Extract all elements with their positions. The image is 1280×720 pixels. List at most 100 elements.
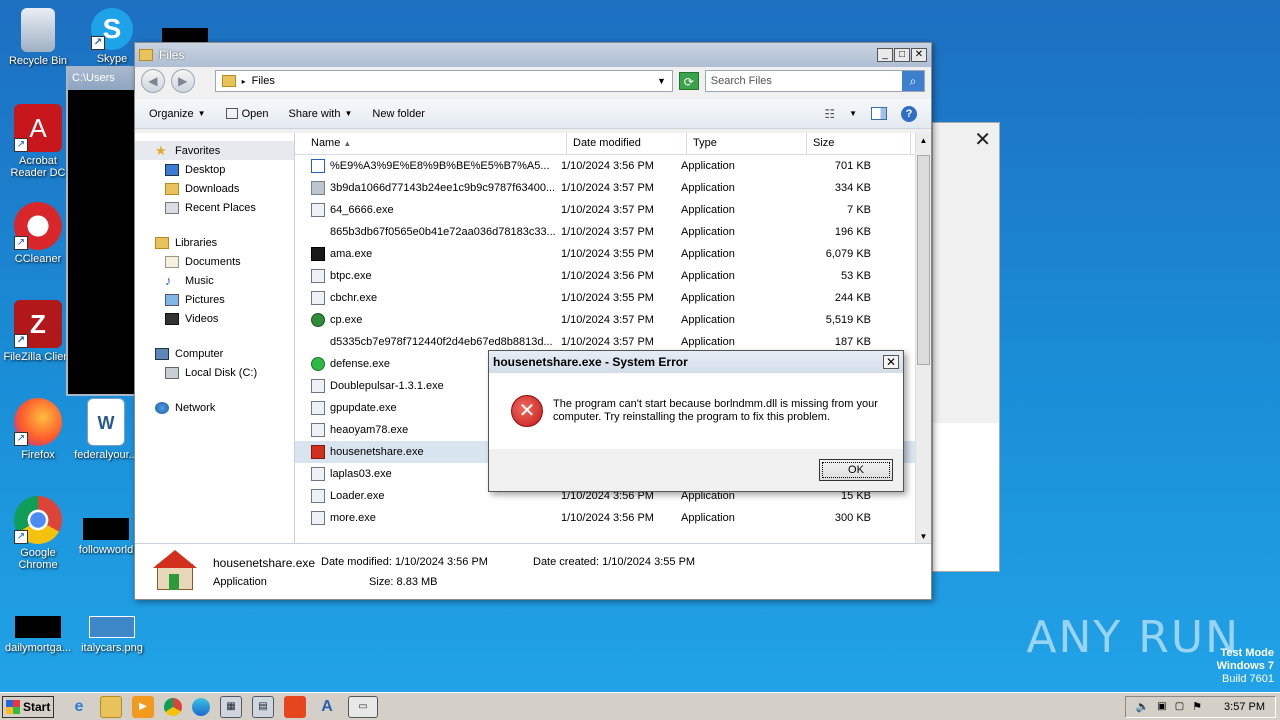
column-name[interactable]: Name ▲ (295, 133, 567, 154)
nav-pictures[interactable]: Pictures (135, 290, 294, 309)
close-icon[interactable]: ✕ (974, 127, 991, 152)
explorer-window[interactable]: Files _ □ ✕ ◀ ▶ ▸ Files ▼ ⟳ Search Files… (134, 42, 932, 600)
help-icon[interactable]: ? (901, 105, 917, 122)
application-icon (311, 335, 325, 349)
nav-computer[interactable]: Computer (135, 344, 294, 363)
image-thumbnail-icon (89, 616, 135, 638)
open-button[interactable]: Open (225, 108, 268, 120)
nav-documents[interactable]: Documents (135, 252, 294, 271)
ok-button[interactable]: OK (819, 459, 893, 481)
forward-button[interactable]: ▶ (170, 69, 195, 93)
column-type[interactable]: Type (687, 133, 807, 154)
desktop-icon-ccleaner[interactable]: ↗ CCleaner (0, 202, 76, 265)
table-row[interactable]: btpc.exe 1/10/2024 3:56 PM Application 53 K… (295, 265, 931, 287)
program-icon[interactable]: ▤ (252, 695, 274, 718)
explorer-taskbar-icon[interactable] (100, 695, 122, 718)
address-bar[interactable]: ▸ Files ▼ (214, 70, 673, 92)
active-window-taskbar-icon[interactable]: ▭ (348, 695, 378, 718)
display-icon[interactable]: ▢ (1175, 701, 1184, 712)
app-a-icon[interactable]: A (316, 696, 338, 718)
office-icon[interactable] (284, 695, 306, 718)
file-name-cell: d5335cb7e978f712440f2d4eb67ed8b8813d... (295, 335, 555, 349)
nav-network[interactable]: Network (135, 398, 294, 417)
chevron-right-icon[interactable]: ▸ (242, 77, 246, 86)
desktop-icon-filezilla[interactable]: Z ↗ FileZilla Client (0, 300, 76, 363)
file-type: Application (681, 226, 735, 238)
chrome-taskbar-icon[interactable] (164, 697, 182, 716)
column-date-modified[interactable]: Date modified (567, 133, 687, 154)
dialog-close-button[interactable]: ✕ (883, 355, 899, 369)
details-size: Size: 8.83 MB (323, 576, 533, 588)
column-size[interactable]: Size (807, 133, 911, 154)
maximize-button[interactable]: □ (894, 48, 910, 62)
table-row[interactable]: 865b3db67f0565e0b41e72aa036d78183c33... 1… (295, 221, 931, 243)
share-with-button[interactable]: Share with ▼ (288, 108, 352, 120)
background-window[interactable]: ✕ (932, 122, 1000, 572)
chevron-down-icon[interactable]: ▼ (657, 76, 666, 86)
nav-videos[interactable]: Videos (135, 309, 294, 328)
search-input[interactable]: Search Files ⌕ (704, 70, 925, 92)
minimize-button[interactable]: _ (877, 48, 893, 62)
speaker-icon[interactable]: 🔈 (1136, 700, 1150, 713)
calculator-icon[interactable]: ▦ (220, 695, 242, 718)
new-folder-button[interactable]: New folder (372, 108, 425, 120)
file-type: Application (681, 182, 735, 194)
error-icon: ✕ (511, 395, 543, 427)
vertical-scrollbar[interactable]: ▲ ▼ (915, 133, 931, 545)
table-row[interactable]: cbchr.exe 1/10/2024 3:55 PM Application 244… (295, 287, 931, 309)
desktop-icon-followworld[interactable]: followworld (68, 506, 144, 556)
desktop-icon-label: Recycle Bin (8, 55, 68, 67)
explorer-titlebar[interactable]: Files _ □ ✕ (135, 43, 931, 67)
system-error-dialog[interactable]: housenetshare.exe - System Error ✕ ✕ The… (488, 350, 904, 492)
network-tray-icon[interactable]: ▣ (1157, 701, 1166, 712)
clock[interactable]: 3:57 PM (1224, 701, 1265, 713)
view-options-icon[interactable]: ☷ (824, 107, 835, 121)
chevron-down-icon[interactable]: ▼ (849, 109, 857, 118)
dialog-titlebar[interactable]: housenetshare.exe - System Error ✕ (489, 351, 903, 373)
downloads-icon (165, 182, 179, 195)
nav-desktop[interactable]: Desktop (135, 160, 294, 179)
organize-button[interactable]: Organize ▼ (149, 108, 206, 120)
desktop-icon-italycars[interactable]: italycars.png (74, 604, 150, 654)
file-size: 53 KB (841, 270, 871, 282)
folder-icon (221, 75, 236, 87)
desktop-icon-firefox[interactable]: ↗ Firefox (0, 398, 76, 461)
application-icon (311, 247, 325, 261)
table-row[interactable]: cp.exe 1/10/2024 3:57 PM Application 5,519 … (295, 309, 931, 331)
nav-downloads[interactable]: Downloads (135, 179, 294, 198)
preview-pane-icon[interactable] (871, 107, 887, 120)
back-button[interactable]: ◀ (141, 69, 165, 93)
flag-icon[interactable]: ⚑ (1192, 700, 1202, 713)
search-icon[interactable]: ⌕ (902, 71, 924, 91)
internet-explorer-icon[interactable]: e (68, 696, 90, 718)
nav-recent-places[interactable]: Recent Places (135, 198, 294, 217)
close-button[interactable]: ✕ (911, 48, 927, 62)
scroll-up-icon[interactable]: ▲ (916, 133, 931, 149)
desktop-icon-chrome[interactable]: ↗ Google Chrome (0, 496, 76, 571)
chevron-down-icon: ▼ (197, 109, 206, 118)
table-row[interactable]: 64_6666.exe 1/10/2024 3:57 PM Application 7… (295, 199, 931, 221)
nav-favorites[interactable]: ★ Favorites (135, 141, 294, 160)
refresh-icon[interactable]: ⟳ (678, 72, 699, 90)
table-row[interactable]: more.exe 1/10/2024 3:56 PM Application 300 … (295, 507, 931, 529)
nav-music[interactable]: ♪ Music (135, 271, 294, 290)
edge-icon[interactable] (192, 697, 210, 716)
desktop-icon-recycle-bin[interactable]: Recycle Bin (0, 8, 76, 67)
column-name-label: Name (311, 137, 341, 149)
nav-local-disk[interactable]: Local Disk (C:) (135, 363, 294, 382)
desktop-icon-label: dailymortga... (4, 642, 72, 654)
anyrun-watermark: ANY RUN (1026, 612, 1240, 663)
nav-libraries[interactable]: Libraries (135, 233, 294, 252)
console-titlebar: C:\Users (68, 68, 144, 90)
scrollbar-thumb[interactable] (917, 155, 930, 365)
desktop-icon-dailymortga[interactable]: dailymortga... (0, 604, 76, 654)
table-row[interactable]: ama.exe 1/10/2024 3:55 PM Application 6,079… (295, 243, 931, 265)
table-row[interactable]: %E9%A3%9E%E8%9B%BE%E5%B7%A5... 1/10/2024 … (295, 155, 931, 177)
file-name: ama.exe (330, 248, 373, 260)
desktop-icon-acrobat[interactable]: A ↗ Acrobat Reader DC (0, 104, 76, 179)
table-row[interactable]: 3b9da1066d77143b24ee1c9b9c9787f63400... 1… (295, 177, 931, 199)
pictures-icon (165, 293, 179, 306)
start-button[interactable]: Start (2, 695, 54, 718)
media-player-icon[interactable]: ▶ (132, 695, 154, 718)
desktop-icon-federalyour[interactable]: W federalyour... (68, 398, 144, 461)
